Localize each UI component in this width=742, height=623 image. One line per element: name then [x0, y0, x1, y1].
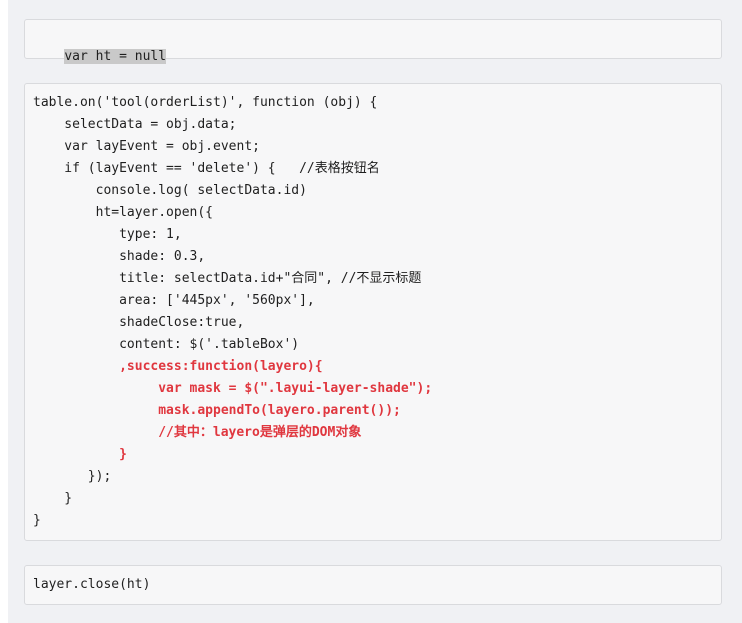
code-line: title: selectData.id+"合同", //不显示标题	[33, 271, 422, 286]
code-line: type: 1,	[33, 227, 182, 242]
code-line: }	[33, 513, 41, 528]
code-line: shade: 0.3,	[33, 249, 206, 264]
code-line: }	[33, 491, 73, 506]
code-line: console.log( selectData.id)	[33, 183, 307, 198]
highlighted-code: var ht = null	[64, 49, 167, 64]
code-line: });	[33, 469, 112, 484]
code-block-table-event-handler: table.on('tool(orderList)', function (ob…	[24, 83, 722, 541]
code-line: shadeClose:true,	[33, 315, 245, 330]
code-line: content: $('.tableBox')	[33, 337, 300, 352]
code-line: table.on('tool(orderList)', function (ob…	[33, 95, 378, 110]
left-margin-strip	[0, 0, 8, 623]
code-line: ,success:function(layero){	[33, 359, 323, 374]
code-line: var mask = $(".layui-layer-shade");	[33, 381, 433, 396]
code-line: var layEvent = obj.event;	[33, 139, 260, 154]
code-line: }	[33, 447, 127, 462]
code-line: var ht = null	[33, 30, 167, 84]
code-line: if (layEvent == 'delete') { //表格按钮名	[33, 161, 380, 176]
code-block-close: layer.close(ht)	[24, 565, 722, 605]
code-line: //其中：layero是弹层的DOM对象	[33, 425, 362, 440]
code-line: selectData = obj.data;	[33, 117, 237, 132]
code-line: layer.close(ht)	[33, 577, 151, 592]
code-block-declaration: var ht = null	[24, 19, 722, 64]
code-line: mask.appendTo(layero.parent());	[33, 403, 401, 418]
code-line: area: ['445px', '560px'],	[33, 293, 315, 308]
code-line: ht=layer.open({	[33, 205, 214, 220]
